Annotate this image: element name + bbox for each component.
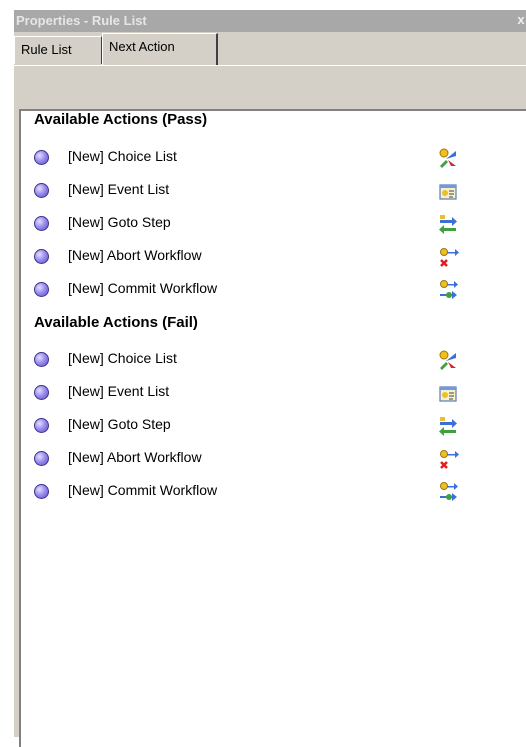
tab-divider <box>14 65 526 66</box>
list-item[interactable]: [New] Event List <box>34 381 504 407</box>
goto-step-icon[interactable] <box>436 414 460 438</box>
tab-label: Next Action <box>109 39 175 54</box>
list-item[interactable]: [New] Commit Workflow <box>34 480 504 506</box>
bullet-icon <box>34 249 49 264</box>
actions-panel: Available Actions (Pass) [New] Choice Li… <box>19 109 526 747</box>
list-item-label: [New] Commit Workflow <box>68 482 218 498</box>
event-list-icon[interactable] <box>436 179 460 203</box>
commit-workflow-icon[interactable] <box>436 278 460 302</box>
list-item[interactable]: [New] Abort Workflow <box>34 245 504 271</box>
tab-label: Rule List <box>21 42 72 57</box>
section-title-pass: Available Actions (Pass) <box>34 111 208 128</box>
bullet-icon <box>34 216 49 231</box>
list-item[interactable]: [New] Commit Workflow <box>34 278 504 304</box>
window-titlebar[interactable]: Properties - Rule List x <box>14 10 526 32</box>
abort-workflow-icon[interactable] <box>436 447 460 471</box>
choice-list-icon[interactable] <box>436 146 460 170</box>
list-item-label: [New] Goto Step <box>68 416 171 432</box>
list-item-label: [New] Goto Step <box>68 214 171 230</box>
event-list-icon[interactable] <box>436 381 460 405</box>
list-item-label: [New] Abort Workflow <box>68 247 202 263</box>
list-item[interactable]: [New] Goto Step <box>34 414 504 440</box>
list-item[interactable]: [New] Goto Step <box>34 212 504 238</box>
goto-step-icon[interactable] <box>436 212 460 236</box>
list-item[interactable]: [New] Event List <box>34 179 504 205</box>
bullet-icon <box>34 150 49 165</box>
section-title-fail: Available Actions (Fail) <box>34 314 198 331</box>
list-item-label: [New] Choice List <box>68 350 177 366</box>
properties-window: Properties - Rule List x Rule List Next … <box>14 10 526 747</box>
tab-strip: Rule List Next Action <box>14 32 526 78</box>
list-item-label: [New] Event List <box>68 181 170 197</box>
list-item-label: [New] Abort Workflow <box>68 449 202 465</box>
tab-rule-list[interactable]: Rule List <box>14 36 102 64</box>
bullet-icon <box>34 183 49 198</box>
bullet-icon <box>34 352 49 367</box>
bullet-icon <box>34 451 49 466</box>
window-title: Properties - Rule List <box>16 13 147 28</box>
list-item-label: [New] Commit Workflow <box>68 280 218 296</box>
abort-workflow-icon[interactable] <box>436 245 460 269</box>
commit-workflow-icon[interactable] <box>436 480 460 504</box>
bullet-icon <box>34 418 49 433</box>
close-icon[interactable]: x <box>514 10 526 32</box>
list-item[interactable]: [New] Choice List <box>34 146 504 172</box>
bullet-icon <box>34 484 49 499</box>
list-item[interactable]: [New] Abort Workflow <box>34 447 504 473</box>
bullet-icon <box>34 385 49 400</box>
list-item-label: [New] Choice List <box>68 148 177 164</box>
list-item[interactable]: [New] Choice List <box>34 348 504 374</box>
tab-next-action[interactable]: Next Action <box>102 33 218 65</box>
list-item-label: [New] Event List <box>68 383 170 399</box>
bullet-icon <box>34 282 49 297</box>
choice-list-icon[interactable] <box>436 348 460 372</box>
